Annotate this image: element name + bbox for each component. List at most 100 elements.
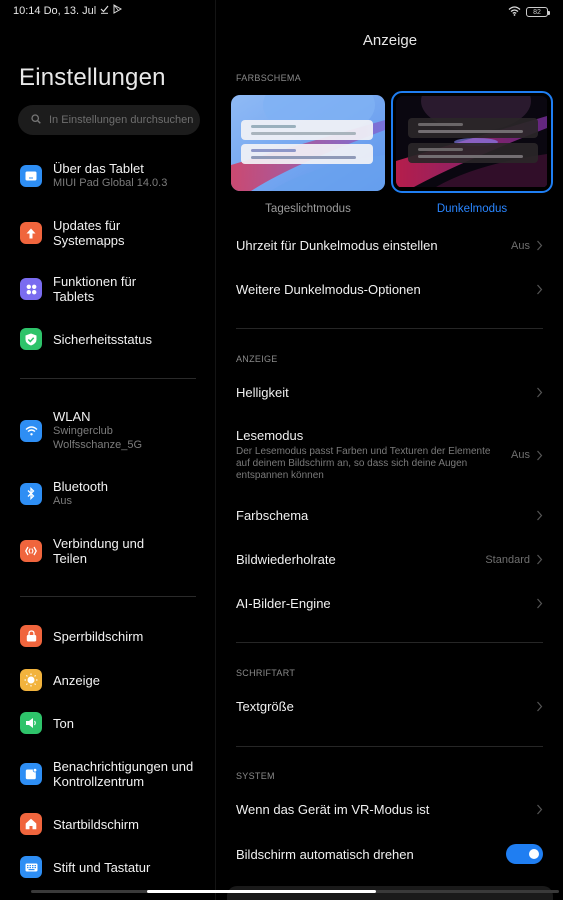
sidebar-item-bluetooth[interactable]: Bluetooth Aus — [20, 479, 210, 508]
bluetooth-icon — [20, 482, 42, 505]
row-brightness[interactable]: Helligkeit — [236, 385, 543, 400]
sidebar-item-label: Funktionen für Tablets — [53, 274, 137, 304]
sidebar-item-sublabel: MIUI Pad Global 14.0.3 — [53, 177, 168, 189]
sidebar-item-label: Benachrichtigungen und Kontrollzentrum — [53, 759, 194, 789]
row-color-scheme[interactable]: Farbschema — [236, 508, 543, 523]
chevron-right-icon — [537, 450, 543, 460]
speaker-icon — [20, 712, 42, 734]
bottom-sheet-edge — [227, 886, 553, 900]
row-label: Lesemodus — [236, 428, 304, 443]
sidebar-item-label: Über das Tablet — [53, 161, 144, 176]
row-label: Bildwiederholrate — [236, 552, 336, 567]
section-header-display: ANZEIGE — [236, 354, 278, 364]
sidebar-item-label: Sperrbildschirm — [53, 628, 144, 644]
sidebar-item-display[interactable]: Anzeige — [20, 669, 210, 691]
sidebar-item-label: Sicherheitsstatus — [53, 331, 152, 347]
sidebar-divider — [20, 378, 196, 379]
sun-icon — [20, 669, 42, 691]
chevron-right-icon — [537, 804, 543, 815]
section-divider — [236, 642, 543, 643]
sidebar-item-tablet-features[interactable]: Funktionen für Tablets — [20, 274, 210, 304]
auto-rotate-toggle[interactable] — [506, 844, 543, 864]
sidebar-item-label: Verbindung und Teilen — [53, 536, 145, 566]
sidebar-divider — [20, 596, 196, 597]
sidebar-item-security-status[interactable]: Sicherheitsstatus — [20, 328, 210, 350]
section-header-font: SCHRIFTART — [236, 668, 296, 678]
share-connection-icon — [20, 540, 42, 562]
search-bar[interactable] — [18, 105, 200, 135]
keyboard-icon — [20, 856, 42, 878]
shield-check-icon — [20, 328, 42, 350]
row-label: Helligkeit — [236, 385, 289, 400]
row-reading-mode[interactable]: Lesemodus Der Lesemodus passt Farben und… — [236, 428, 543, 482]
notification-icon — [20, 763, 42, 785]
row-label: AI-Bilder-Engine — [236, 596, 331, 611]
sidebar-item-sublabel: Aus — [53, 495, 72, 507]
chevron-right-icon — [537, 240, 543, 251]
chevron-right-icon — [537, 510, 543, 521]
row-more-dark-mode-options[interactable]: Weitere Dunkelmodus-Optionen — [236, 282, 543, 297]
sidebar-item-label: Bluetooth — [53, 479, 108, 494]
row-label: Wenn das Gerät im VR-Modus ist — [236, 802, 430, 817]
app-title: Einstellungen — [19, 64, 166, 91]
row-vr-mode[interactable]: Wenn das Gerät im VR-Modus ist — [236, 802, 543, 817]
sidebar-item-label: Stift und Tastatur — [53, 859, 151, 875]
sidebar-item-label: Ton — [53, 715, 74, 731]
theme-option-dark[interactable] — [391, 91, 553, 193]
row-label: Uhrzeit für Dunkelmodus einstellen — [236, 238, 438, 253]
grid-icon — [20, 278, 42, 300]
sidebar-item-system-app-updates[interactable]: Updates für Systemapps — [20, 218, 210, 248]
row-value: Standard — [485, 553, 530, 566]
row-auto-rotate[interactable]: Bildschirm automatisch drehen — [236, 844, 543, 864]
row-value: Aus — [511, 449, 530, 461]
sidebar-item-label: Updates für Systemapps — [53, 218, 125, 248]
sidebar-item-label: Anzeige — [53, 672, 100, 688]
home-icon — [20, 813, 42, 835]
row-refresh-rate[interactable]: Bildwiederholrate Standard — [236, 552, 543, 567]
sidebar-item-lock-screen[interactable]: Sperrbildschirm — [20, 625, 210, 647]
section-divider — [236, 746, 543, 747]
chevron-right-icon — [537, 284, 543, 295]
row-label: Farbschema — [236, 508, 309, 523]
theme-option-light[interactable] — [231, 95, 385, 191]
lock-icon — [20, 625, 42, 647]
light-theme-preview — [231, 95, 385, 191]
detail-panel: Anzeige FARBSCHEMA Tageslichtmodus Dunke… — [217, 0, 563, 900]
row-label: Textgröße — [236, 699, 294, 714]
row-ai-image-engine[interactable]: AI-Bilder-Engine — [236, 596, 543, 611]
chevron-right-icon — [537, 554, 543, 565]
chevron-right-icon — [537, 598, 543, 609]
row-text-size[interactable]: Textgröße — [236, 699, 543, 714]
sidebar-item-about-tablet[interactable]: Über das Tablet MIUI Pad Global 14.0.3 — [20, 161, 210, 190]
search-input[interactable] — [49, 114, 199, 126]
sidebar-item-connection-sharing[interactable]: Verbindung und Teilen — [20, 536, 210, 566]
page-title: Anzeige — [362, 32, 418, 49]
sidebar-item-home-screen[interactable]: Startbildschirm — [20, 813, 210, 835]
section-divider — [236, 328, 543, 329]
sidebar-item-notifications-control-center[interactable]: Benachrichtigungen und Kontrollzentrum — [20, 759, 210, 789]
sidebar-item-pen-keyboard[interactable]: Stift und Tastatur — [20, 856, 210, 878]
arrow-up-icon — [20, 222, 42, 244]
search-icon — [31, 111, 41, 129]
section-header-color-scheme: FARBSCHEMA — [236, 73, 302, 83]
tablet-icon — [20, 164, 42, 187]
sidebar-item-label: WLAN — [53, 409, 91, 424]
sidebar-item-wlan[interactable]: WLAN Swingerclub Wolfsschanze_5G — [20, 409, 210, 452]
row-dark-mode-schedule[interactable]: Uhrzeit für Dunkelmodus einstellen Aus — [236, 238, 543, 253]
sidebar-item-label: Startbildschirm — [53, 816, 139, 832]
sidebar: Einstellungen Über das Tablet MIUI Pad G… — [0, 0, 216, 900]
wifi-icon — [20, 419, 42, 442]
row-label: Weitere Dunkelmodus-Optionen — [236, 282, 421, 297]
row-value: Aus — [511, 239, 530, 252]
sidebar-item-sound[interactable]: Ton — [20, 712, 210, 734]
row-label: Bildschirm automatisch drehen — [236, 846, 414, 862]
row-description: Der Lesemodus passt Farben und Texturen … — [236, 446, 491, 481]
chevron-right-icon — [537, 701, 543, 712]
theme-label-dark[interactable]: Dunkelmodus — [395, 203, 549, 215]
chevron-right-icon — [537, 387, 543, 398]
gesture-navigation-handle[interactable] — [147, 890, 376, 893]
sidebar-item-sublabel: Swingerclub Wolfsschanze_5G — [53, 425, 143, 451]
section-header-system: SYSTEM — [236, 771, 275, 781]
theme-label-light[interactable]: Tageslichtmodus — [231, 203, 385, 215]
dark-theme-preview — [396, 96, 547, 187]
